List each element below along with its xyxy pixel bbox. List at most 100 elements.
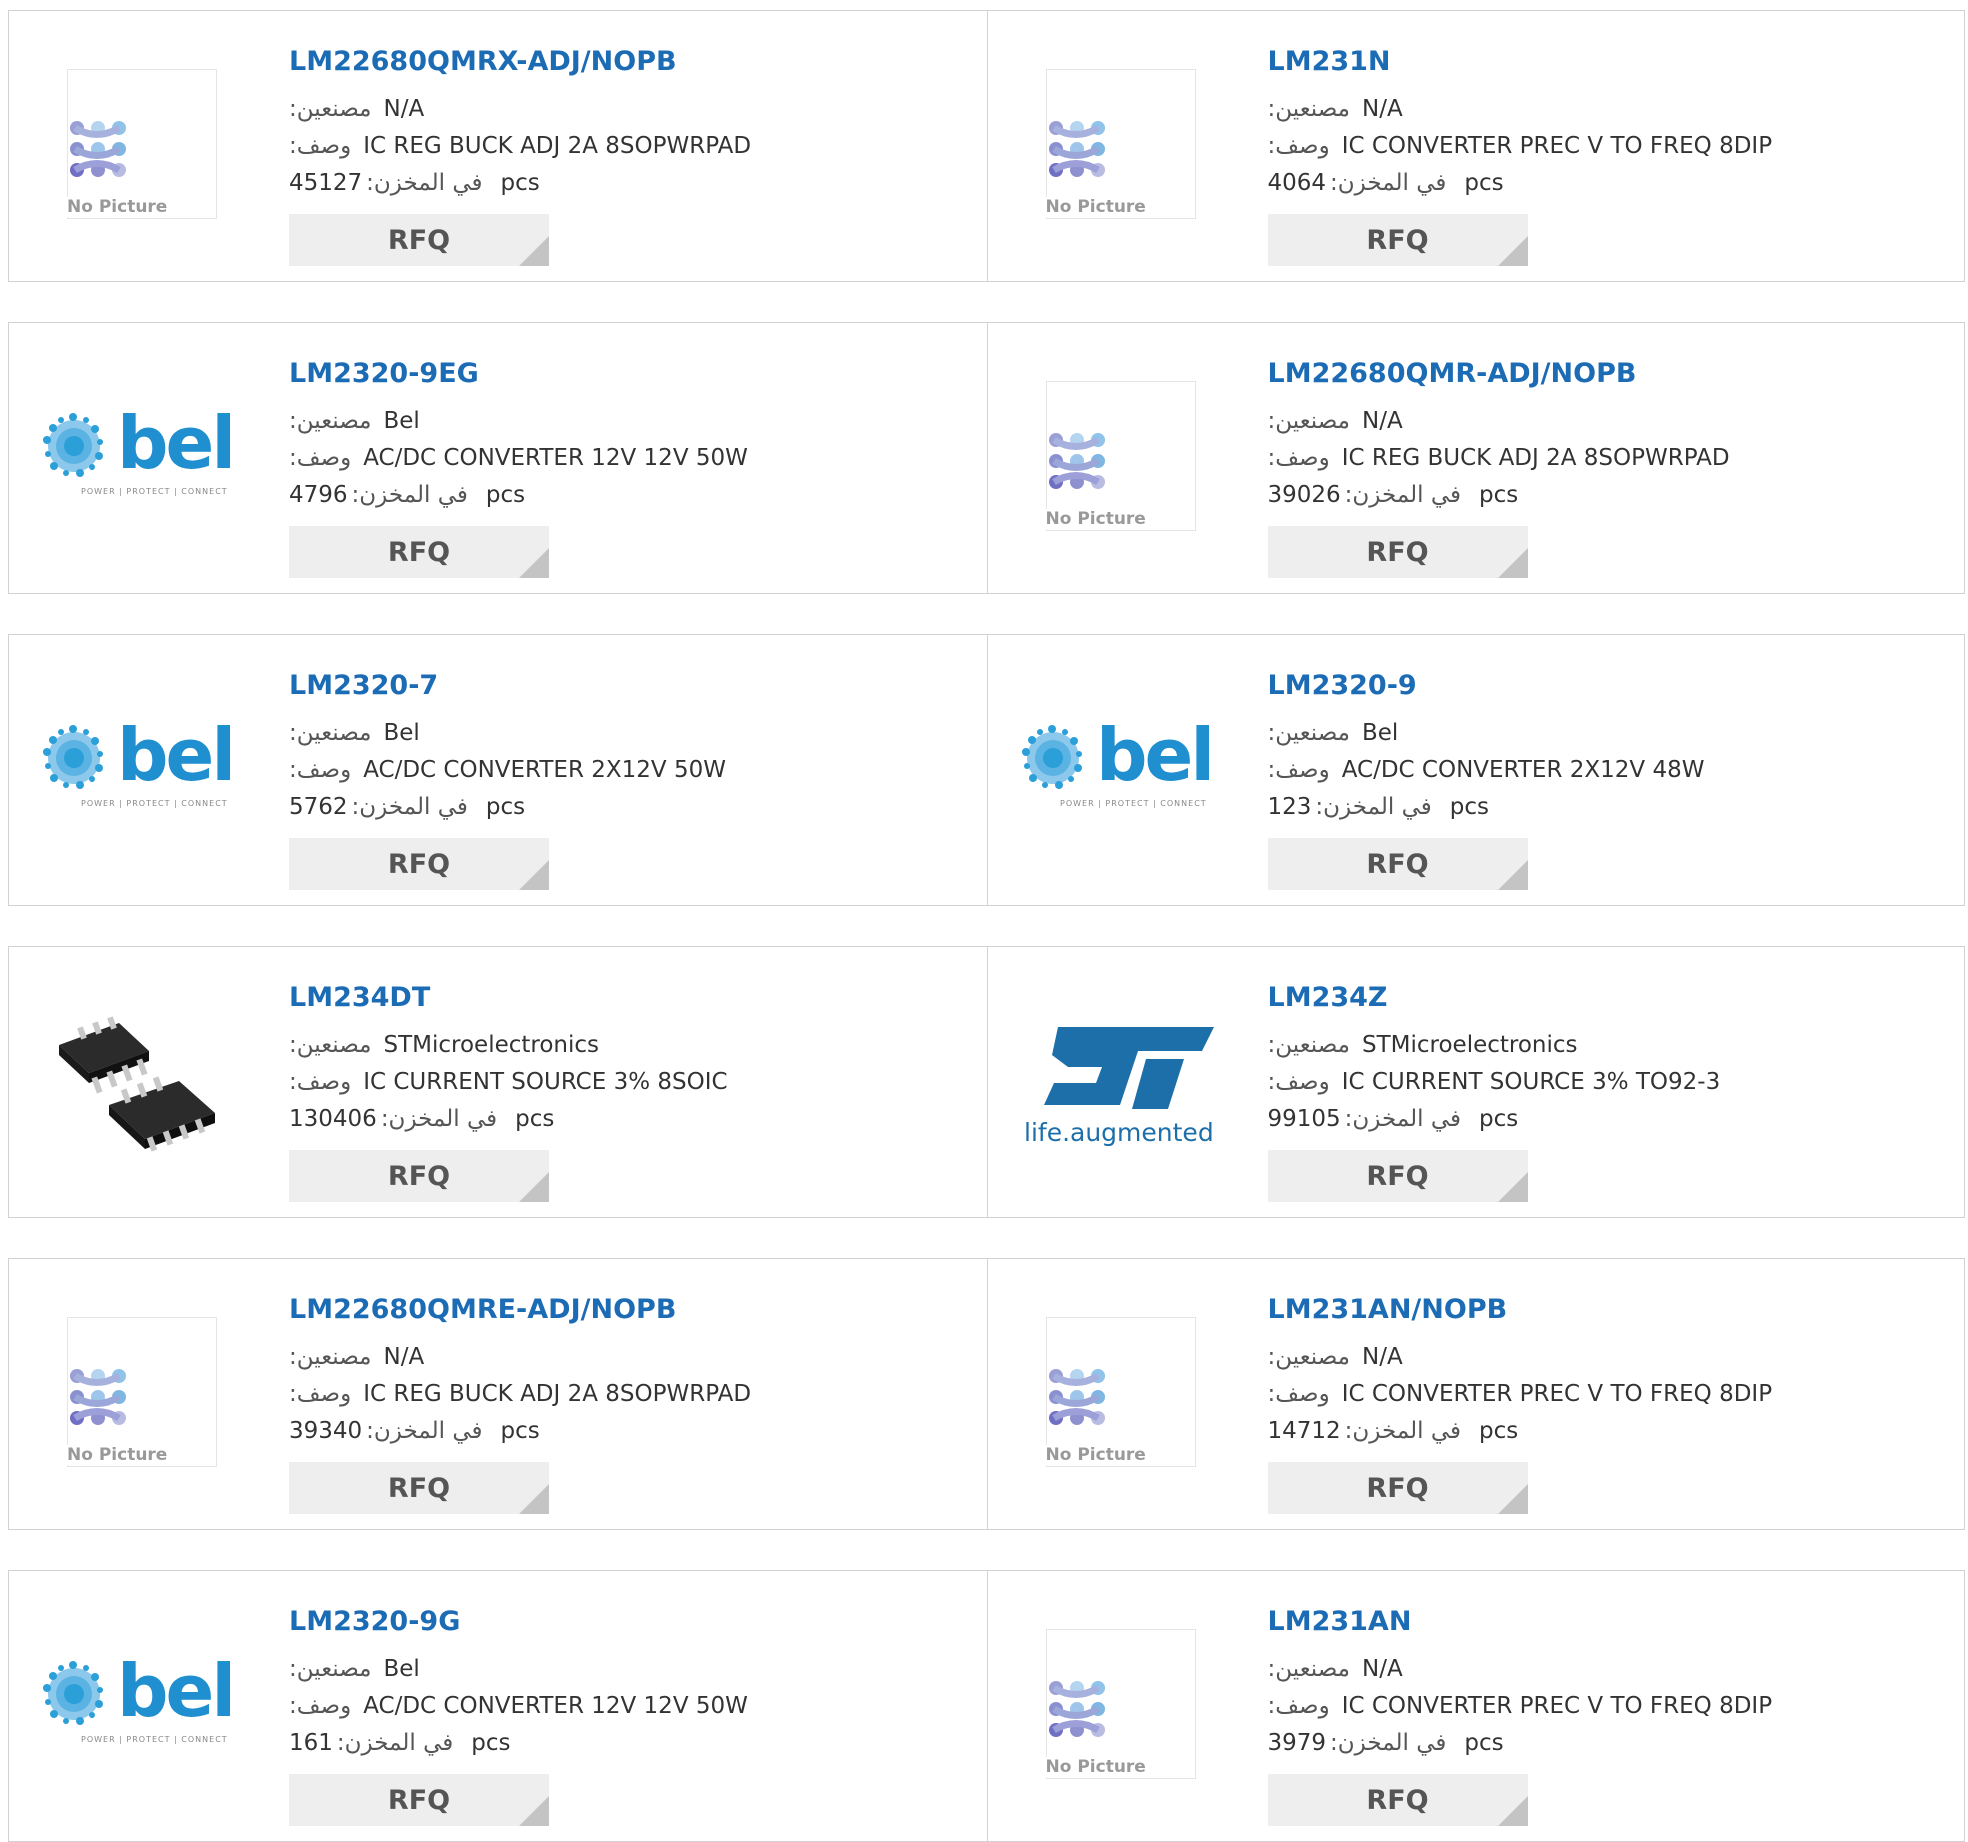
svg-text:life.augmented: life.augmented [1024,1118,1214,1147]
description-label: وصف: [289,757,352,783]
product-info: LM234DT مصنعين: STMicroelectronics وصف: IC C… [289,981,929,1202]
svg-text:POWER | PROTECT | CONNECT: POWER | PROTECT | CONNECT [1060,799,1207,808]
rfq-button[interactable]: RFQ [1267,1150,1528,1202]
product-image[interactable]: No Picture [1016,381,1226,531]
rfq-corner-decoration [519,1796,549,1826]
product-image[interactable]: No Picture [1016,1629,1226,1779]
product-image[interactable]: life.augmented [1016,1005,1226,1155]
stock-label: في المخزن: [366,1418,483,1444]
product-image[interactable]: bel POWER | PROTECT | CONNECT [37,381,247,531]
part-number-link[interactable]: LM22680QMRX-ADJ/NOPB [289,45,929,79]
no-picture-placeholder: No Picture [1045,1317,1196,1467]
part-number-link[interactable]: LM231AN/NOPB [1268,1293,1908,1327]
product-image[interactable]: No Picture [1016,69,1226,219]
description-line: وصف: AC/DC CONVERTER 12V 12V 50W [289,440,929,477]
part-number-link[interactable]: LM2320-9 [1268,669,1908,703]
stock-quantity: 130406 [289,1106,377,1132]
product-row: bel POWER | PROTECT | CONNECT LM2320-9G م… [8,1570,1965,1842]
rfq-button[interactable]: RFQ [1267,838,1528,890]
part-number-link[interactable]: LM234Z [1268,981,1908,1015]
no-picture-icon [1048,1369,1105,1425]
no-picture-text: No Picture [1045,1445,1152,1465]
part-number-link[interactable]: LM2320-9EG [289,357,929,391]
part-number-link[interactable]: LM2320-9G [289,1605,929,1639]
product-info: LM234Z مصنعين: STMicroelectronics وصف: IC CU… [1267,981,1908,1202]
manufacturer-line: مصنعين: Bel [289,403,929,440]
product-grid: No Picture LM22680QMRX-ADJ/NOPB مصنعين: N/… [0,0,1968,1842]
description-label: وصف: [289,1693,352,1719]
product-image[interactable]: No Picture [37,1317,247,1467]
stock-quantity: 3979 [1267,1730,1327,1756]
part-number-link[interactable]: LM231AN [1268,1605,1908,1639]
description-label: وصف: [289,1069,352,1095]
svg-text:bel: bel [117,406,233,485]
description-line: وصف: IC REG BUCK ADJ 2A 8SOPWRPAD [289,128,929,165]
stock-quantity: 39026 [1267,482,1341,508]
rfq-label: RFQ [1366,848,1429,880]
part-number-link[interactable]: LM22680QMR-ADJ/NOPB [1268,357,1908,391]
description-label: وصف: [1267,445,1330,471]
product-info: LM231N مصنعين: N/A وصف: IC CONVERTER PREC V … [1267,45,1908,266]
part-number-link[interactable]: LM234DT [289,981,929,1015]
stock-label: في المخزن: [336,1730,454,1756]
product-image[interactable]: No Picture [1016,1317,1226,1467]
product-row: LM234DT مصنعين: STMicroelectronics وصف: IC C… [8,946,1965,1218]
svg-text:bel: bel [117,718,233,797]
part-number-link[interactable]: LM231N [1268,45,1908,79]
rfq-button[interactable]: RFQ [289,1774,549,1826]
description-label: وصف: [1267,757,1330,783]
svg-text:POWER | PROTECT | CONNECT: POWER | PROTECT | CONNECT [81,1735,228,1744]
rfq-label: RFQ [1366,1472,1429,1504]
product-image[interactable]: No Picture [37,69,247,219]
product-image[interactable]: bel POWER | PROTECT | CONNECT [37,693,247,843]
product-row: bel POWER | PROTECT | CONNECT LM2320-7 مص… [8,634,1965,906]
stock-label: في المخزن: [351,482,468,508]
stock-unit: pcs [1464,170,1504,196]
manufacturer-value: Bel [1362,720,1399,746]
manufacturer-label: مصنعين: [1267,408,1351,434]
rfq-button[interactable]: RFQ [289,1150,549,1202]
rfq-button[interactable]: RFQ [1267,1774,1528,1826]
description-line: وصف: IC CURRENT SOURCE 3% TO92-3 [1268,1064,1908,1101]
description-line: وصف: IC CONVERTER PREC V TO FREQ 8DIP [1268,1376,1908,1413]
rfq-button[interactable]: RFQ [1267,1462,1528,1514]
no-picture-icon [70,1369,126,1425]
part-number-link[interactable]: LM22680QMRE-ADJ/NOPB [289,1293,929,1327]
no-picture-icon [1048,121,1105,177]
product-info: LM231AN مصنعين: N/A وصف: IC CONVERTER PREC V… [1267,1605,1908,1826]
rfq-button[interactable]: RFQ [289,214,549,266]
stock-label: في المخزن: [1344,482,1462,508]
manufacturer-label: مصنعين: [1267,720,1351,746]
rfq-button[interactable]: RFQ [289,526,549,578]
bel-logo: bel POWER | PROTECT | CONNECT [1021,718,1215,808]
product-image[interactable]: bel POWER | PROTECT | CONNECT [37,1629,247,1779]
stock-quantity: 5762 [289,794,348,820]
rfq-button[interactable]: RFQ [289,1462,549,1514]
manufacturer-label: مصنعين: [289,96,372,122]
description-value: IC CURRENT SOURCE 3% 8SOIC [363,1069,728,1095]
product-image[interactable] [37,1005,247,1155]
stock-line: 14712 في المخزن: pcs [1268,1413,1908,1450]
no-picture-placeholder: No Picture [1045,69,1196,219]
no-picture-icon [70,121,126,177]
stock-unit: pcs [1479,1418,1519,1444]
product-info: LM2320-9EG مصنعين: Bel وصف: AC/DC CONVERTER … [289,357,929,578]
manufacturer-line: مصنعين: N/A [289,91,929,128]
rfq-button[interactable]: RFQ [1267,214,1528,266]
manufacturer-value: Bel [383,408,420,434]
rfq-button[interactable]: RFQ [1267,526,1528,578]
product-image[interactable]: bel POWER | PROTECT | CONNECT [1016,693,1226,843]
product-card: No Picture LM22680QMR-ADJ/NOPB مصنعين: N/A… [986,323,1965,593]
description-line: وصف: IC CURRENT SOURCE 3% 8SOIC [289,1064,929,1101]
rfq-label: RFQ [387,848,451,880]
rfq-button[interactable]: RFQ [289,838,549,890]
bel-logo: bel POWER | PROTECT | CONNECT [43,718,236,808]
manufacturer-label: مصنعين: [289,408,372,434]
rfq-corner-decoration [1497,860,1528,890]
stock-label: في المخزن: [1330,1730,1447,1756]
no-picture-placeholder: No Picture [67,69,217,219]
part-number-link[interactable]: LM2320-7 [289,669,929,703]
manufacturer-line: مصنعين: STMicroelectronics [289,1027,929,1064]
rfq-label: RFQ [1366,536,1429,568]
manufacturer-line: مصنعين: N/A [1268,1651,1908,1688]
